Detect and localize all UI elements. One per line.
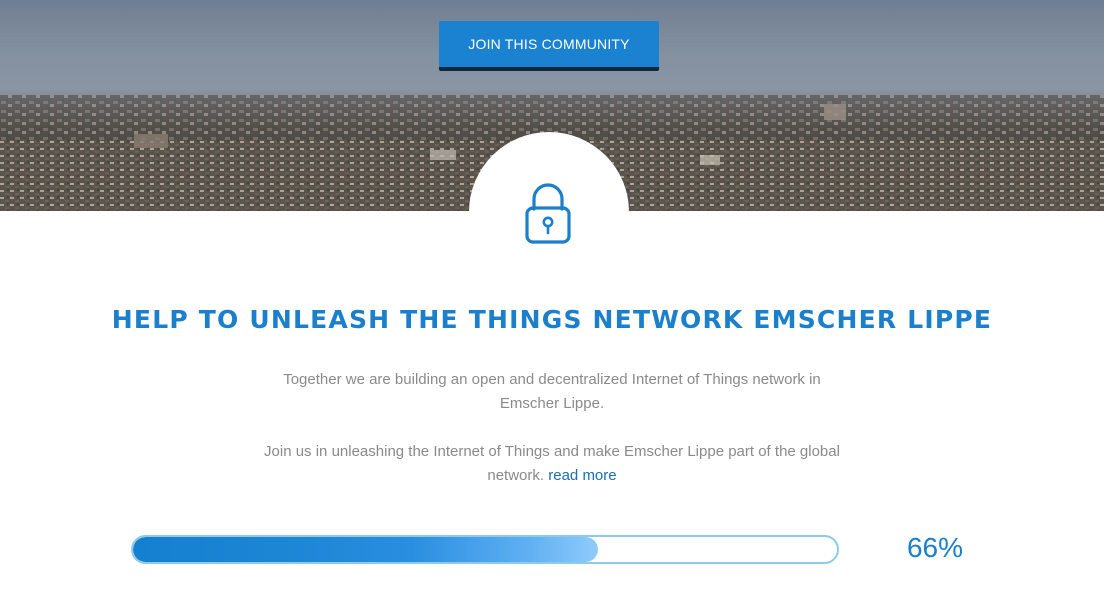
join-paragraph: Join us in unleashing the Internet of Th… [262,440,842,488]
progress-bar [131,535,839,564]
intro-paragraph: Together we are building an open and dec… [283,371,821,412]
page-title: HELP TO UNLEASH THE THINGS NETWORK EMSCH… [111,305,993,334]
progress-percent-label: 66% [906,532,964,563]
padlock-icon [525,183,571,244]
page: JOIN THIS COMMUNITY HELP TO UNLEASH THE … [0,0,1104,589]
progress-fill [133,537,598,562]
join-community-button[interactable]: JOIN THIS COMMUNITY [439,21,659,71]
read-more-link[interactable]: read more [548,467,616,484]
